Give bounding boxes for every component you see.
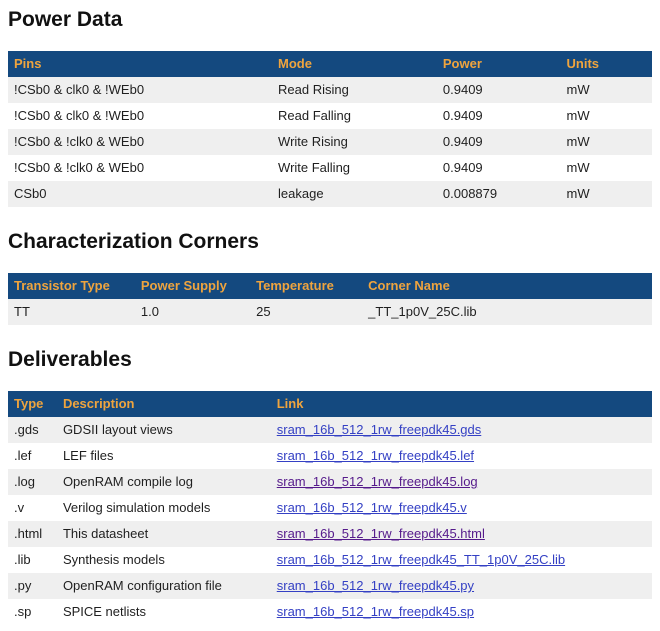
table-row: .htmlThis datasheet sram_16b_512_1rw_free… (8, 521, 652, 547)
table-cell: .html (8, 521, 57, 547)
table-cell: 25 (250, 299, 362, 325)
table-cell: !CSb0 & !clk0 & WEb0 (8, 155, 272, 181)
table-cell: GDSII layout views (57, 417, 271, 443)
table-cell: sram_16b_512_1rw_freepdk45.log (271, 469, 652, 495)
table-cell: sram_16b_512_1rw_freepdk45.v (271, 495, 652, 521)
table-cell: 0.008879 (437, 181, 561, 207)
column-header: Mode (272, 51, 437, 77)
table-cell: .py (8, 573, 57, 599)
table-cell: .sp (8, 599, 57, 625)
table-cell: Read Falling (272, 103, 437, 129)
table-cell: 0.9409 (437, 155, 561, 181)
table-row: !CSb0 & clk0 & !WEb0Read Falling0.9409mW (8, 103, 652, 129)
column-header: Type (8, 391, 57, 417)
header-row: Transistor TypePower SupplyTemperatureCo… (8, 273, 652, 299)
column-header: Power (437, 51, 561, 77)
deliverables-table: TypeDescriptionLink.gdsGDSII layout view… (8, 391, 652, 625)
file-link[interactable]: sram_16b_512_1rw_freepdk45_TT_1p0V_25C.l… (277, 552, 565, 567)
file-link[interactable]: sram_16b_512_1rw_freepdk45.py (277, 578, 474, 593)
table-cell: mW (561, 77, 652, 103)
column-header: Transistor Type (8, 273, 135, 299)
table-cell: .v (8, 495, 57, 521)
table-row: .libSynthesis models sram_16b_512_1rw_fre… (8, 547, 652, 573)
table-cell: OpenRAM configuration file (57, 573, 271, 599)
table-cell: .lib (8, 547, 57, 573)
table-cell: sram_16b_512_1rw_freepdk45.lef (271, 443, 652, 469)
file-link[interactable]: sram_16b_512_1rw_freepdk45.v (277, 500, 467, 515)
table-cell: sram_16b_512_1rw_freepdk45.py (271, 573, 652, 599)
table-cell: Read Rising (272, 77, 437, 103)
table-cell: sram_16b_512_1rw_freepdk45_TT_1p0V_25C.l… (271, 547, 652, 573)
power-data-table: PinsModePowerUnits!CSb0 & clk0 & !WEb0Re… (8, 51, 652, 207)
table-cell: !CSb0 & clk0 & !WEb0 (8, 77, 272, 103)
section-title-power-data: Power Data (8, 8, 652, 32)
table-cell: Write Falling (272, 155, 437, 181)
file-link[interactable]: sram_16b_512_1rw_freepdk45.log (277, 474, 478, 489)
section-title-characterization-corners: Characterization Corners (8, 230, 652, 254)
table-cell: Synthesis models (57, 547, 271, 573)
table-cell: Write Rising (272, 129, 437, 155)
table-row: !CSb0 & !clk0 & WEb0Write Rising0.9409mW (8, 129, 652, 155)
table-cell: _TT_1p0V_25C.lib (362, 299, 652, 325)
table-row: .pyOpenRAM configuration file sram_16b_51… (8, 573, 652, 599)
table-cell: This datasheet (57, 521, 271, 547)
column-header: Pins (8, 51, 272, 77)
table-cell: mW (561, 129, 652, 155)
table-row: CSb0leakage0.008879mW (8, 181, 652, 207)
section-title-deliverables: Deliverables (8, 348, 652, 372)
column-header: Temperature (250, 273, 362, 299)
table-cell: sram_16b_512_1rw_freepdk45.sp (271, 599, 652, 625)
header-row: TypeDescriptionLink (8, 391, 652, 417)
file-link[interactable]: sram_16b_512_1rw_freepdk45.lef (277, 448, 474, 463)
table-row: .gdsGDSII layout views sram_16b_512_1rw_f… (8, 417, 652, 443)
table-cell: mW (561, 155, 652, 181)
table-cell: SPICE netlists (57, 599, 271, 625)
header-row: PinsModePowerUnits (8, 51, 652, 77)
table-row: !CSb0 & !clk0 & WEb0Write Falling0.9409m… (8, 155, 652, 181)
column-header: Power Supply (135, 273, 250, 299)
datasheet-page: Power Data PinsModePowerUnits!CSb0 & clk… (0, 0, 660, 625)
table-cell: 1.0 (135, 299, 250, 325)
table-cell: !CSb0 & clk0 & !WEb0 (8, 103, 272, 129)
file-link[interactable]: sram_16b_512_1rw_freepdk45.sp (277, 604, 474, 619)
table-row: !CSb0 & clk0 & !WEb0Read Rising0.9409mW (8, 77, 652, 103)
table-cell: LEF files (57, 443, 271, 469)
table-cell: OpenRAM compile log (57, 469, 271, 495)
table-cell: .log (8, 469, 57, 495)
table-cell: sram_16b_512_1rw_freepdk45.html (271, 521, 652, 547)
column-header: Description (57, 391, 271, 417)
table-cell: sram_16b_512_1rw_freepdk45.gds (271, 417, 652, 443)
table-cell: leakage (272, 181, 437, 207)
table-cell: TT (8, 299, 135, 325)
table-row: TT1.025_TT_1p0V_25C.lib (8, 299, 652, 325)
table-cell: 0.9409 (437, 103, 561, 129)
table-cell: CSb0 (8, 181, 272, 207)
table-cell: .gds (8, 417, 57, 443)
section-characterization-corners: Characterization Corners Transistor Type… (8, 230, 652, 325)
table-cell: mW (561, 103, 652, 129)
table-cell: 0.9409 (437, 129, 561, 155)
table-cell: mW (561, 181, 652, 207)
characterization-corners-table: Transistor TypePower SupplyTemperatureCo… (8, 273, 652, 325)
column-header: Corner Name (362, 273, 652, 299)
section-power-data: Power Data PinsModePowerUnits!CSb0 & clk… (8, 8, 652, 207)
table-row: .vVerilog simulation models sram_16b_512_… (8, 495, 652, 521)
table-cell: Verilog simulation models (57, 495, 271, 521)
table-row: .lefLEF files sram_16b_512_1rw_freepdk45.… (8, 443, 652, 469)
table-cell: .lef (8, 443, 57, 469)
table-cell: 0.9409 (437, 77, 561, 103)
table-row: .logOpenRAM compile log sram_16b_512_1rw_… (8, 469, 652, 495)
file-link[interactable]: sram_16b_512_1rw_freepdk45.html (277, 526, 485, 541)
file-link[interactable]: sram_16b_512_1rw_freepdk45.gds (277, 422, 482, 437)
table-row: .spSPICE netlists sram_16b_512_1rw_freepd… (8, 599, 652, 625)
table-cell: !CSb0 & !clk0 & WEb0 (8, 129, 272, 155)
column-header: Link (271, 391, 652, 417)
column-header: Units (561, 51, 652, 77)
section-deliverables: Deliverables TypeDescriptionLink.gdsGDSI… (8, 348, 652, 625)
